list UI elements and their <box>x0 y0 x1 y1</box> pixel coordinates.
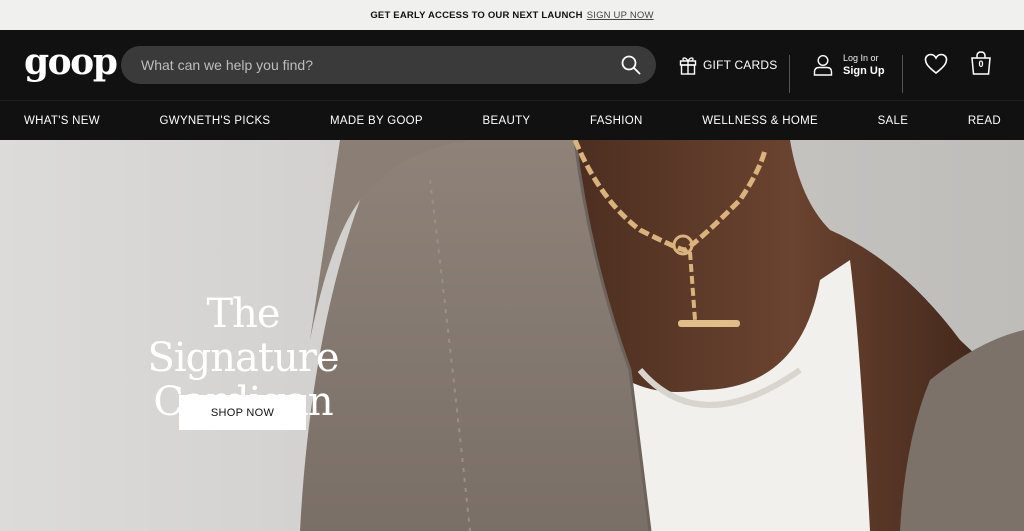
sign-up-link[interactable]: SIGN UP NOW <box>587 10 654 21</box>
hero-title-line1: The Signature <box>147 291 339 381</box>
announcement-text: GET EARLY ACCESS TO OUR NEXT LAUNCH <box>370 9 583 21</box>
header-divider <box>789 55 790 93</box>
signup-label: Sign Up <box>843 64 885 77</box>
search-input[interactable] <box>141 57 620 73</box>
gift-cards-link[interactable]: GIFT CARDS <box>679 52 777 78</box>
login-label: Log In or <box>843 52 879 63</box>
nav-item-made-by-goop[interactable]: MADE BY GOOP <box>330 115 423 127</box>
gift-cards-label: GIFT CARDS <box>703 58 778 72</box>
user-icon <box>813 54 833 76</box>
heart-icon[interactable] <box>924 53 948 75</box>
shop-now-button[interactable]: SHOP NOW <box>179 395 306 430</box>
bag-button[interactable]: 0 <box>970 50 992 76</box>
gift-icon <box>679 55 697 75</box>
nav-item-whats-new[interactable]: WHAT'S NEW <box>24 115 100 127</box>
search-icon[interactable] <box>620 54 642 76</box>
search-bar[interactable] <box>121 46 656 84</box>
nav-item-read[interactable]: READ <box>968 115 1001 127</box>
login-signup-link[interactable]: Log In or Sign Up <box>813 48 885 82</box>
nav-item-gwyneths-picks[interactable]: GWYNETH'S PICKS <box>160 115 271 127</box>
bag-count: 0 <box>978 59 984 69</box>
nav-item-wellness-home[interactable]: WELLNESS & HOME <box>702 115 818 127</box>
announcement-bar: GET EARLY ACCESS TO OUR NEXT LAUNCH SIGN… <box>0 0 1024 30</box>
nav-item-fashion[interactable]: FASHION <box>590 115 643 127</box>
goop-logo[interactable]: goop <box>24 44 120 80</box>
site-header: goop GIFT CARDS Log In or Sign Up 0 <box>0 30 1024 100</box>
hero-banner[interactable]: The Signature Cardigan SHOP NOW <box>0 140 1024 531</box>
nav-item-sale[interactable]: SALE <box>878 115 909 127</box>
nav-item-beauty[interactable]: BEAUTY <box>483 115 531 127</box>
main-nav: WHAT'S NEW GWYNETH'S PICKS MADE BY GOOP … <box>0 100 1024 140</box>
header-divider <box>902 55 903 93</box>
